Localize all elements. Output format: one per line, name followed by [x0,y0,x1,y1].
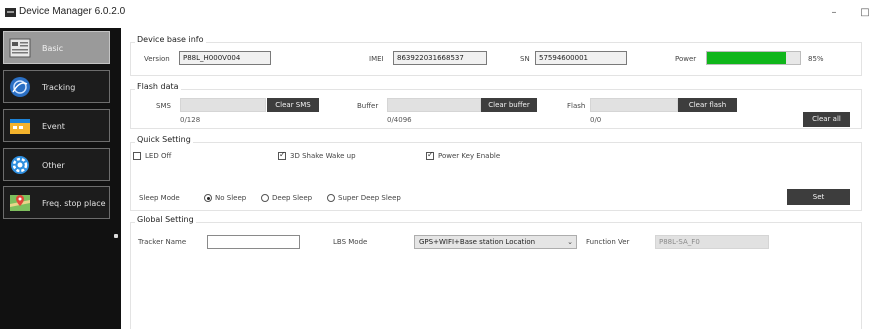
super-deep-sleep-label: Super Deep Sleep [338,194,401,202]
sidebar-item-label: Event [42,122,65,131]
sidebar-item-basic[interactable]: Basic [3,31,110,64]
sleep-mode-label: Sleep Mode [139,194,180,202]
group-title: Global Setting [135,215,196,224]
sn-field[interactable]: 57594600001 [535,51,627,65]
imei-label: IMEI [369,55,384,63]
buffer-count: 0/4096 [387,116,412,124]
buffer-field[interactable] [387,98,481,112]
chevron-down-icon: ⌄ [567,238,573,246]
clear-sms-button[interactable]: Clear SMS [267,98,319,112]
maximize-button[interactable]: □ [857,6,873,20]
version-label: Version [144,55,170,63]
sidebar-item-label: Basic [42,44,64,53]
sms-label: SMS [156,102,171,110]
deep-sleep-label: Deep Sleep [272,194,313,202]
sidebar: Basic Tracking Event Other Freq. stop pl… [0,28,121,329]
minimize-button[interactable]: – [826,6,842,20]
basic-info-icon [9,37,31,59]
shake-wake-checkbox[interactable] [278,150,286,160]
sms-field[interactable] [180,98,266,112]
super-deep-sleep-radio[interactable] [327,194,335,202]
function-ver-field[interactable]: P88L-SA_F0 [655,235,769,249]
sidebar-item-freq-stop-place[interactable]: Freq. stop place [3,186,110,219]
no-sleep-label: No Sleep [215,194,247,202]
sn-label: SN [520,55,530,63]
window-title: Device Manager 6.0.2.0 [19,6,126,17]
clear-buffer-button[interactable]: Clear buffer [481,98,537,112]
buffer-label: Buffer [357,102,379,110]
sidebar-item-event[interactable]: Event [3,109,110,142]
app-icon [5,8,16,17]
set-button[interactable]: Set [787,189,850,205]
map-pin-icon [9,192,31,214]
tracker-name-label: Tracker Name [138,238,187,246]
shake-wake-label: 3D Shake Wake up [290,152,356,160]
sidebar-item-other[interactable]: Other [3,148,110,181]
title-bar: Device Manager 6.0.2.0 – □ [0,0,890,28]
deep-sleep-radio[interactable] [261,194,269,202]
sidebar-item-label: Other [42,161,65,170]
flash-label: Flash [567,102,586,110]
sidebar-item-label: Tracking [42,83,76,92]
power-label: Power [675,55,697,63]
version-field[interactable]: P88L_H000V004 [179,51,271,65]
group-title: Flash data [135,82,181,91]
power-key-label: Power Key Enable [438,152,501,160]
power-key-checkbox[interactable] [426,150,434,160]
led-off-checkbox[interactable] [133,152,141,160]
gear-icon [9,154,31,176]
group-title: Device base info [135,35,206,44]
no-sleep-radio[interactable] [204,194,212,202]
imei-field[interactable]: 863922031668537 [393,51,487,65]
sidebar-item-label: Freq. stop place [42,199,106,208]
function-ver-label: Function Ver [586,238,630,246]
lbs-mode-label: LBS Mode [333,238,368,246]
sidebar-item-tracking[interactable]: Tracking [3,70,110,103]
flash-count: 0/0 [590,116,602,124]
sms-count: 0/128 [180,116,201,124]
tracking-icon [9,76,31,98]
power-percent: 85% [808,55,824,63]
flash-field[interactable] [590,98,678,112]
lbs-mode-value: GPS+WIFI+Base station Location [419,238,536,246]
clear-all-button[interactable]: Clear all [803,112,850,127]
power-progress-fill [707,52,787,64]
sidebar-resize-grip[interactable] [114,234,118,238]
clear-flash-button[interactable]: Clear flash [678,98,737,112]
tracker-name-input[interactable] [207,235,300,249]
event-icon [9,115,31,137]
power-progress-bar [706,51,801,65]
lbs-mode-select[interactable]: GPS+WIFI+Base station Location ⌄ [414,235,577,249]
group-title: Quick Setting [135,135,193,144]
led-off-label: LED Off [145,152,172,160]
